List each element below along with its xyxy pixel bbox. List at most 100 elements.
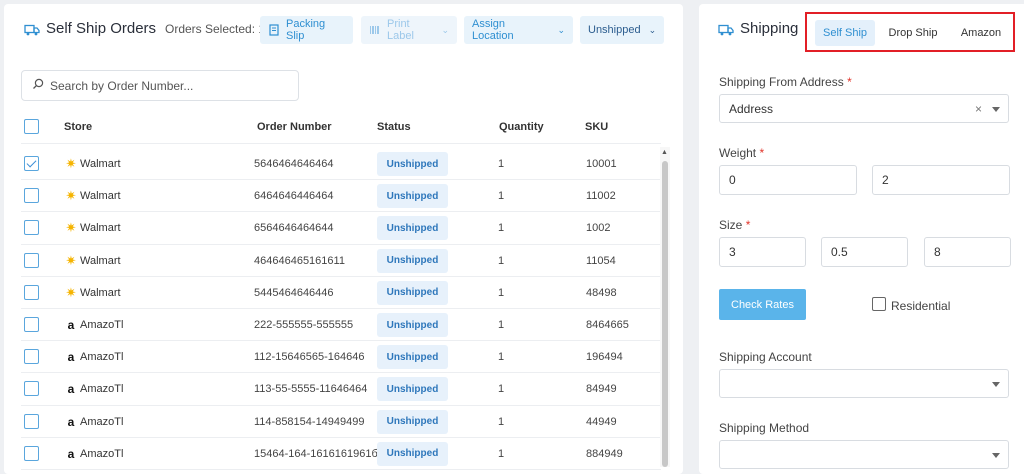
order-number-cell: 113-55-5555-11646464: [254, 383, 368, 396]
column-header-order-number[interactable]: Order Number: [257, 121, 332, 133]
column-header-quantity[interactable]: Quantity: [499, 121, 544, 133]
residential-checkbox[interactable]: [872, 297, 886, 311]
packing-slip-button[interactable]: Packing Slip: [260, 16, 353, 44]
order-number-cell: 5646464646464: [254, 158, 334, 170]
store-name: AmazoTl: [80, 415, 124, 428]
sku-cell: 11054: [586, 254, 616, 267]
ship-from-label: Shipping From Address *: [719, 75, 852, 89]
packing-slip-label: Packing Slip: [286, 18, 326, 42]
self-ship-orders-panel: Self Ship Orders Orders Selected: 1 Pack…: [4, 4, 683, 474]
caret-down-icon: [992, 382, 1000, 387]
weight-value-input[interactable]: 0: [719, 165, 857, 195]
row-checkbox[interactable]: [24, 317, 39, 332]
row-checkbox[interactable]: [24, 445, 39, 461]
clear-icon[interactable]: ×: [975, 102, 982, 116]
shipping-method-label: Shipping Method: [719, 421, 810, 435]
scroll-up-arrow-icon[interactable]: ▲: [661, 149, 668, 156]
status-badge: Unshipped: [377, 313, 448, 337]
print-label-button[interactable]: Print Label ⌄: [361, 16, 457, 44]
row-divider: [21, 372, 661, 374]
size-length-input[interactable]: 3: [719, 237, 806, 267]
chevron-down-icon: ⌄: [557, 24, 565, 35]
row-divider: [21, 436, 661, 438]
order-number-cell: 5445464646446: [254, 286, 334, 299]
weight-unit-input[interactable]: 2: [872, 165, 1010, 195]
store-cell: ✷ Walmart: [64, 157, 121, 171]
row-checkbox[interactable]: [24, 381, 39, 397]
walmart-spark-icon: ✷: [65, 284, 77, 300]
weight-label: Weight *: [719, 146, 764, 160]
status-filter-dropdown[interactable]: Unshipped ⌄: [580, 16, 664, 44]
row-checkbox[interactable]: [24, 284, 39, 300]
column-header-sku[interactable]: SKU: [585, 121, 608, 133]
store-name: AmazoTl: [80, 319, 124, 331]
ship-from-select[interactable]: Address ×: [719, 94, 1009, 123]
check-rates-button[interactable]: Check Rates: [719, 289, 806, 320]
size-label: Size *: [719, 218, 750, 232]
assign-location-label: Assign Location: [472, 18, 514, 42]
caret-down-icon: [992, 453, 1000, 458]
size-height-input[interactable]: 8: [924, 237, 1011, 267]
size-label-text: Size: [719, 218, 743, 232]
amazon-a-icon: a: [67, 318, 75, 332]
shipping-panel: Shipping Self Ship Drop Ship Amazon Ship…: [699, 4, 1024, 474]
row-checkbox[interactable]: [24, 349, 39, 365]
row-checkbox[interactable]: [24, 188, 39, 204]
store-name: Walmart: [80, 158, 121, 170]
page-title: Self Ship Orders: [46, 20, 157, 37]
status-badge: Unshipped: [377, 409, 448, 434]
column-header-store[interactable]: Store: [64, 121, 92, 133]
shipping-method-select[interactable]: [719, 440, 1009, 469]
sku-cell: 884949: [586, 447, 623, 460]
status-badge: Unshipped: [377, 184, 448, 209]
walmart-spark-icon: ✷: [65, 252, 77, 268]
quantity-cell: 1: [498, 447, 505, 460]
quantity-cell: 1: [498, 158, 505, 170]
row-checkbox[interactable]: [24, 252, 39, 268]
tab-self-ship[interactable]: Self Ship: [815, 20, 875, 46]
shipping-account-select[interactable]: [719, 369, 1009, 398]
quantity-cell: 1: [498, 190, 505, 203]
walmart-spark-icon: ✷: [65, 220, 77, 236]
table-scrollbar[interactable]: ▲: [660, 147, 670, 467]
store-cell: a AmazoTl: [64, 446, 124, 461]
size-width-input[interactable]: 0.5: [821, 237, 908, 267]
row-checkbox[interactable]: [24, 220, 39, 236]
sku-cell: 11002: [586, 190, 616, 203]
order-number-cell: 15464-164-1616161961б: [254, 447, 378, 460]
store-name: Walmart: [80, 222, 121, 235]
store-name: AmazoTl: [80, 351, 124, 364]
scrollbar-thumb[interactable]: [662, 161, 668, 467]
document-icon: [268, 24, 280, 36]
search-box[interactable]: [21, 70, 299, 101]
row-divider: [21, 469, 661, 470]
select-all-checkbox[interactable]: [24, 119, 39, 134]
required-marker: *: [745, 218, 751, 232]
tab-amazon[interactable]: Amazon: [951, 20, 1011, 46]
row-divider: [21, 243, 661, 245]
quantity-cell: 1: [498, 383, 505, 396]
store-cell: ✷ Walmart: [64, 284, 121, 300]
tab-drop-ship[interactable]: Drop Ship: [883, 20, 943, 46]
store-name: AmazoTl: [80, 383, 124, 396]
store-cell: ✷ Walmart: [64, 189, 121, 203]
row-checkbox[interactable]: [24, 156, 39, 171]
order-number-cell: 6564646464644: [254, 222, 334, 235]
ship-from-label-text: Shipping From Address: [719, 75, 844, 89]
store-cell: ✷ Walmart: [64, 252, 121, 268]
orders-selected-count: Orders Selected: 1: [165, 22, 266, 36]
row-checkbox[interactable]: [24, 413, 39, 429]
amazon-a-icon: a: [67, 446, 75, 461]
store-name: AmazoTl: [80, 447, 124, 460]
store-cell: a AmazoTl: [64, 382, 124, 396]
ship-from-value: Address: [729, 101, 774, 116]
store-cell: ✷ Walmart: [64, 221, 121, 235]
order-number-cell: 222-555555-555555: [254, 319, 354, 331]
column-header-status[interactable]: Status: [377, 121, 411, 133]
search-input[interactable]: [50, 78, 280, 93]
status-badge: Unshipped: [377, 216, 448, 241]
walmart-spark-icon: ✷: [65, 188, 77, 204]
row-divider: [21, 179, 661, 181]
status-badge: Unshipped: [377, 377, 448, 402]
assign-location-button[interactable]: Assign Location ⌄: [464, 16, 573, 44]
